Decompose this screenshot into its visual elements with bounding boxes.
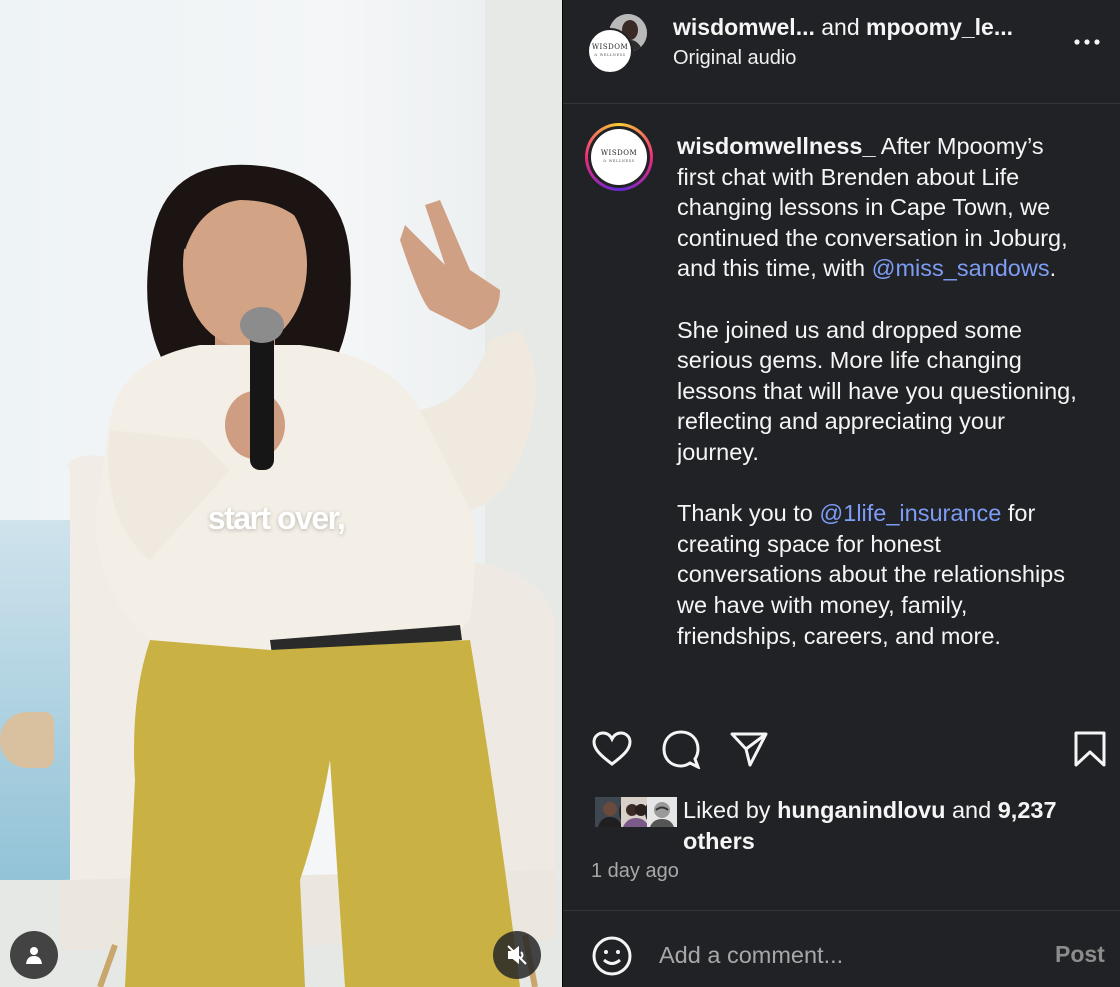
save-button[interactable] [1068, 727, 1112, 771]
comment-bar: Post [563, 910, 1120, 987]
video-caption-overlay: start over, [207, 500, 346, 536]
post-caption: WISDOM & WELLNESS wisdomwellness_ After … [563, 105, 1120, 705]
liker-username[interactable]: hunganindlovu [777, 797, 945, 823]
bookmark-icon [1074, 731, 1106, 767]
likes-count[interactable]: Liked by hunganindlovu and 9,237 others [683, 795, 1103, 856]
avatar [645, 795, 679, 829]
author-link[interactable]: mpoomy_le... [866, 14, 1013, 40]
speaker-muted-icon [507, 945, 527, 965]
avatar: WISDOM & WELLNESS [591, 129, 647, 185]
post-side-panel: WISDOM & WELLNESS wisdomwel... and mpoom… [562, 0, 1120, 987]
speaker-figure [60, 164, 555, 987]
audio-link[interactable]: Original audio [673, 47, 796, 70]
smiley-icon [592, 936, 632, 976]
more-horizontal-icon [1074, 39, 1100, 45]
author-connector: and [821, 14, 860, 40]
paper-plane-icon [730, 732, 768, 767]
mention-link[interactable]: @1life_insurance [819, 500, 1001, 526]
avatar[interactable]: WISDOM & WELLNESS [587, 28, 633, 74]
heart-icon [592, 731, 632, 766]
post-timestamp[interactable]: 1 day ago [591, 860, 679, 883]
post-header: WISDOM & WELLNESS wisdomwel... and mpoom… [563, 0, 1120, 104]
share-button[interactable] [727, 727, 771, 771]
mute-button[interactable] [493, 931, 541, 979]
mention-link[interactable]: @miss_sandows [872, 255, 1050, 281]
post-actions [563, 705, 1120, 795]
story-ring-avatar[interactable]: WISDOM & WELLNESS [585, 123, 653, 191]
comment-input[interactable] [659, 937, 1019, 973]
emoji-button[interactable] [591, 935, 635, 979]
tagged-users-button[interactable] [10, 931, 58, 979]
brand-logo: WISDOM & WELLNESS [591, 43, 629, 57]
comment-button[interactable] [659, 727, 703, 771]
liker-avatars[interactable] [593, 795, 683, 829]
post-comment-button[interactable]: Post [1055, 941, 1105, 968]
author-link[interactable]: wisdomwel... [673, 14, 815, 40]
post-authors: wisdomwel... and mpoomy_le... [673, 14, 1013, 41]
reel-video[interactable]: start over, [0, 0, 562, 987]
more-options-button[interactable] [1071, 30, 1103, 54]
caption-text: wisdomwellness_ After Mpoomy’s first cha… [677, 133, 1077, 649]
caption-username[interactable]: wisdomwellness_ [677, 133, 876, 159]
brand-logo: WISDOM & WELLNESS [600, 149, 638, 163]
like-button[interactable] [590, 727, 634, 771]
collab-avatars[interactable]: WISDOM & WELLNESS [587, 14, 649, 76]
comment-icon [662, 730, 701, 769]
user-icon [26, 947, 42, 964]
